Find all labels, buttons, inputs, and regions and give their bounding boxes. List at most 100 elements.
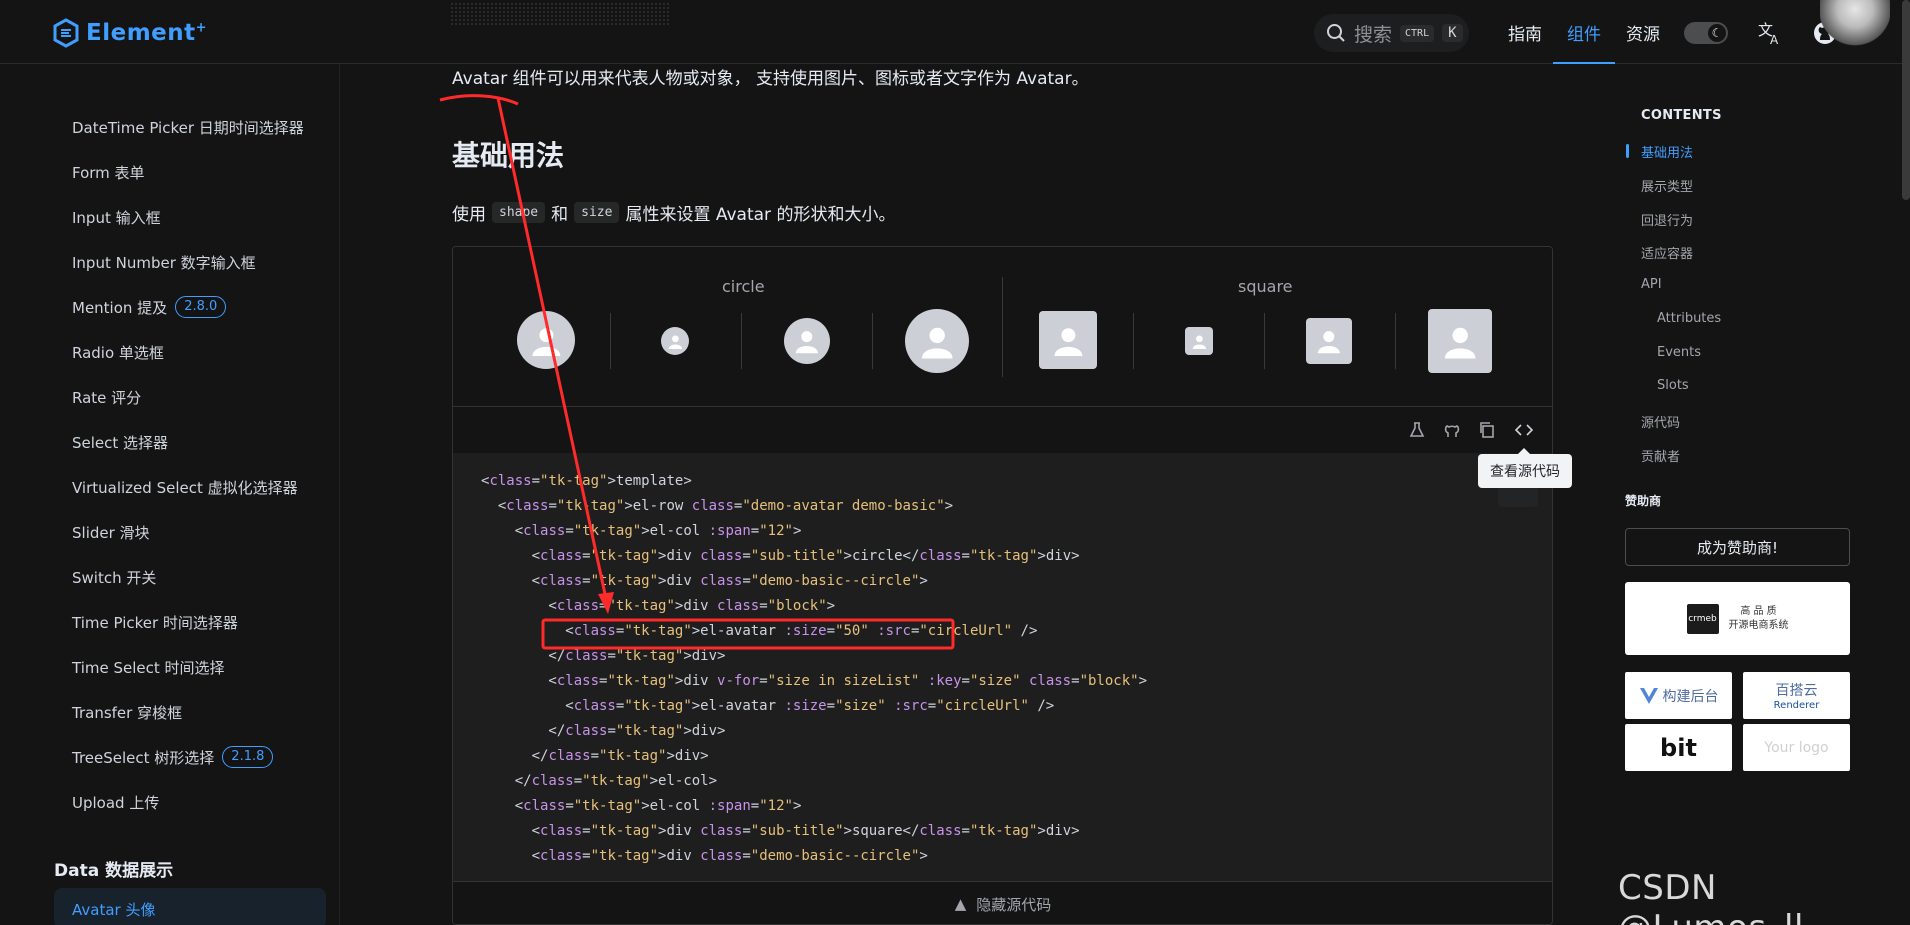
translate-icon[interactable]: 文 A bbox=[1757, 20, 1783, 46]
sidebar-item-rate[interactable]: Rate 评分 bbox=[72, 385, 141, 409]
code-line: <class="tk-tag">div class="demo-basic--c… bbox=[481, 848, 928, 864]
code-line: <class="tk-tag">div class="block"> bbox=[481, 598, 836, 614]
nav-component[interactable]: 组件 bbox=[1553, 0, 1615, 64]
hide-source-button[interactable]: ▲ 隐藏源代码 bbox=[453, 881, 1552, 924]
sidebar-item-mention[interactable]: Mention 提及 2.8.0 bbox=[72, 295, 227, 319]
sidebar-item-form[interactable]: Form 表单 bbox=[72, 160, 145, 184]
sidebar-item-label: Virtualized Select 虚拟化选择器 bbox=[72, 478, 298, 497]
demo-block: circle square <class="tk-tag">template> … bbox=[452, 246, 1553, 925]
element-hexagon-icon bbox=[53, 18, 79, 48]
become-sponsor-button[interactable]: 成为赞助商! bbox=[1625, 528, 1850, 566]
search-button[interactable]: 搜索 CTRL K bbox=[1314, 14, 1469, 52]
sponsor-your-logo[interactable]: Your logo bbox=[1743, 724, 1850, 771]
toc-item-basic-usage[interactable]: 基础用法 bbox=[1641, 142, 1693, 161]
toc-item-types[interactable]: 展示类型 bbox=[1641, 176, 1693, 195]
inline-code-size: size bbox=[574, 202, 620, 223]
version-badge: 2.8.0 bbox=[175, 296, 227, 318]
element-plus-logo[interactable]: Element+ bbox=[52, 16, 207, 50]
crmeb-text: 高 品 质 开源电商系统 bbox=[1729, 605, 1789, 633]
crmeb-line2: 开源电商系统 bbox=[1728, 619, 1789, 631]
sub-title-circle: circle bbox=[722, 277, 765, 296]
code-line: </class="tk-tag">div> bbox=[481, 748, 709, 764]
sidebar-item-input[interactable]: Input 输入框 bbox=[72, 205, 161, 229]
sponsor-crmeb[interactable]: crmeb 高 品 质 开源电商系统 bbox=[1625, 582, 1850, 655]
sidebar-item-label: DateTime Picker 日期时间选择器 bbox=[72, 118, 304, 137]
avatar-separator bbox=[610, 313, 611, 369]
code-line: </class="tk-tag">el-col> bbox=[481, 773, 718, 789]
sidebar-item-slider[interactable]: Slider 滑块 bbox=[72, 520, 150, 544]
toc-item-fallback[interactable]: 回退行为 bbox=[1641, 210, 1693, 229]
version-badge: 2.1.8 bbox=[222, 746, 274, 768]
sidebar-item-time-select[interactable]: Time Select 时间选择 bbox=[72, 655, 225, 679]
section-description: 使用 shape 和 size 属性来设置 Avatar 的形状和大小。 bbox=[452, 200, 895, 225]
toc-item-source[interactable]: 源代码 bbox=[1641, 412, 1680, 431]
sidebar-item-select[interactable]: Select 选择器 bbox=[72, 430, 168, 454]
toc-item-contributors[interactable]: 贡献者 bbox=[1641, 446, 1680, 465]
sub-title-square: square bbox=[1238, 277, 1293, 296]
sidebar-item-time-picker[interactable]: Time Picker 时间选择器 bbox=[72, 610, 238, 634]
toc-item-api[interactable]: API bbox=[1641, 277, 1662, 292]
crmeb-line1: 高 品 质 bbox=[1740, 605, 1777, 617]
toc-active-marker bbox=[1626, 144, 1629, 158]
code-line: <class="tk-tag">div class="demo-basic--c… bbox=[481, 573, 928, 589]
code-line: <class="tk-tag">div v-for="size in sizeL… bbox=[481, 673, 1148, 689]
decorative-character-image bbox=[1820, 0, 1890, 46]
sidebar-item-transfer[interactable]: Transfer 穿梭框 bbox=[72, 700, 182, 724]
sponsor-bit[interactable]: bit bbox=[1625, 724, 1732, 771]
code-line: <class="tk-tag">el-avatar :size="size" :… bbox=[481, 698, 1055, 714]
sidebar-item-label: Slider 滑块 bbox=[72, 523, 150, 542]
search-icon bbox=[1327, 24, 1345, 42]
sidebar-item-virtualized-select[interactable]: Virtualized Select 虚拟化选择器 bbox=[72, 475, 298, 499]
sponsor-renderer[interactable]: 百搭云 Renderer bbox=[1743, 672, 1850, 719]
desc-text: 和 bbox=[551, 205, 569, 225]
avatar-circle-small bbox=[661, 327, 689, 355]
sidebar-item-label: Input 输入框 bbox=[72, 208, 161, 227]
svg-text:A: A bbox=[1770, 33, 1779, 46]
sidebar-item-upload[interactable]: Upload 上传 bbox=[72, 790, 159, 814]
sidebar-item-radio[interactable]: Radio 单选框 bbox=[72, 340, 164, 364]
moon-icon: ☾ bbox=[1708, 24, 1726, 42]
toc-title: CONTENTS bbox=[1641, 108, 1722, 123]
sidebar-item-label: Mention 提及 bbox=[72, 298, 168, 317]
sidebar-item-switch[interactable]: Switch 开关 bbox=[72, 565, 156, 589]
code-line: <class="tk-tag">el-col :span="12"> bbox=[481, 798, 802, 814]
sidebar-item-label: Time Select 时间选择 bbox=[72, 658, 225, 677]
sidebar-item-treeselect[interactable]: TreeSelect 树形选择 2.1.8 bbox=[72, 745, 274, 769]
your-logo-label: Your logo bbox=[1764, 739, 1829, 756]
toc-item-attributes[interactable]: Attributes bbox=[1657, 311, 1721, 326]
user-icon bbox=[668, 335, 682, 349]
decorative-dot-pattern bbox=[450, 2, 670, 26]
sponsor-vue-admin[interactable]: 构建后台 bbox=[1625, 672, 1732, 719]
github-edit-icon[interactable] bbox=[1443, 421, 1461, 439]
sidebar-item-label: TreeSelect 树形选择 bbox=[72, 748, 215, 767]
bit-logo: bit bbox=[1660, 733, 1697, 762]
user-icon bbox=[532, 327, 560, 356]
sidebar-item-datetime-picker[interactable]: DateTime Picker 日期时间选择器 bbox=[72, 115, 304, 139]
inline-code-shape: shape bbox=[492, 202, 546, 223]
toc-item-events[interactable]: Events bbox=[1657, 345, 1701, 360]
code-line: </class="tk-tag">div> bbox=[481, 723, 726, 739]
avatar-square-default bbox=[1306, 318, 1352, 364]
sidebar-item-avatar-label: Avatar 头像 bbox=[72, 901, 156, 919]
copy-icon[interactable] bbox=[1478, 421, 1496, 439]
top-header: Element+ 搜索 CTRL K 指南 组件 资源 ☾ 文 A bbox=[0, 0, 1910, 64]
avatar-separator bbox=[1264, 313, 1265, 369]
sidebar-group-data: Data 数据展示 bbox=[54, 861, 174, 881]
avatar-square-small bbox=[1185, 327, 1213, 355]
sidebar-item-label: Time Picker 时间选择器 bbox=[72, 613, 238, 632]
user-icon bbox=[1317, 331, 1341, 354]
view-source-code-icon[interactable] bbox=[1515, 421, 1533, 439]
sidebar-item-input-number[interactable]: Input Number 数字输入框 bbox=[72, 250, 256, 274]
toc-item-slots[interactable]: Slots bbox=[1657, 378, 1689, 393]
avatar-square-large bbox=[1428, 309, 1492, 373]
sponsor-renderer-sub: Renderer bbox=[1773, 700, 1820, 711]
user-icon bbox=[1054, 327, 1082, 356]
nav-guide[interactable]: 指南 bbox=[1508, 0, 1542, 64]
sponsor-title: 赞助商 bbox=[1625, 494, 1662, 508]
playground-flask-icon[interactable] bbox=[1408, 421, 1426, 439]
page-scrollbar[interactable] bbox=[1902, 0, 1910, 200]
dark-mode-toggle[interactable]: ☾ bbox=[1684, 22, 1728, 44]
sidebar-item-label: Form 表单 bbox=[72, 163, 145, 182]
toc-item-fit[interactable]: 适应容器 bbox=[1641, 243, 1693, 262]
nav-resource[interactable]: 资源 bbox=[1626, 0, 1660, 64]
